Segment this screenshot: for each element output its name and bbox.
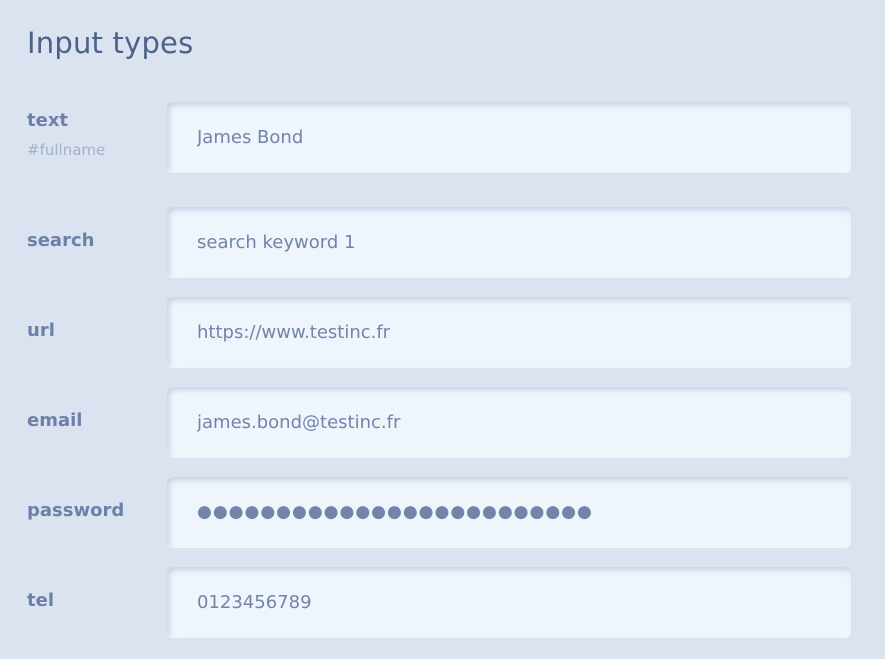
field-label-text: text: [27, 110, 69, 131]
password-input[interactable]: [167, 477, 851, 547]
field-label-tel: tel: [27, 590, 54, 611]
field-label-group-password: password: [27, 501, 124, 521]
field-label-group-url: url: [27, 321, 55, 341]
url-input[interactable]: [167, 297, 851, 367]
field-label-url: url: [27, 320, 55, 341]
search-input[interactable]: [167, 207, 851, 277]
field-label-group-text: text #fullname: [27, 110, 106, 160]
field-label-group-search: search: [27, 231, 94, 251]
field-sublabel-id: #fullname: [27, 141, 106, 159]
text-input[interactable]: [167, 102, 851, 172]
field-label-search: search: [27, 230, 95, 251]
field-label-group-tel: tel: [27, 591, 54, 611]
page-title: Input types: [27, 26, 194, 60]
field-label-password: password: [27, 500, 125, 521]
field-label-group-email: email: [27, 411, 82, 431]
email-input[interactable]: [167, 387, 851, 457]
tel-input[interactable]: [167, 567, 851, 637]
field-label-email: email: [27, 410, 83, 431]
